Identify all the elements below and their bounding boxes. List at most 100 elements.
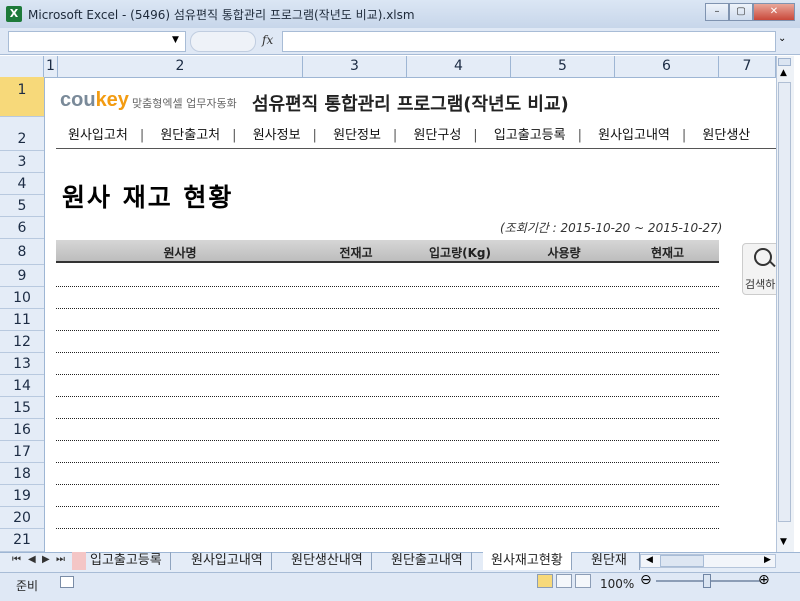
menu-divider [56, 148, 776, 149]
formula-input[interactable] [282, 31, 776, 52]
function-icon[interactable]: fx [262, 31, 278, 50]
table-row[interactable] [56, 462, 719, 463]
chevron-down-icon[interactable]: ▼ [172, 35, 179, 45]
row-header[interactable]: 10 [0, 287, 44, 309]
column-header[interactable]: 3 [303, 56, 407, 77]
row-header[interactable]: 11 [0, 309, 44, 331]
status-bar [0, 572, 800, 601]
row-header[interactable]: 13 [0, 353, 44, 375]
window-title: Microsoft Excel - (5496) 섬유편직 통합관리 프로그램(… [28, 8, 415, 22]
vertical-scroll-thumb[interactable] [778, 82, 791, 522]
zoom-out-icon[interactable]: ⊖ [640, 572, 652, 588]
table-row[interactable] [56, 484, 719, 485]
table-row[interactable] [56, 352, 719, 353]
program-title: 섬유편직 통합관리 프로그램(작년도 비교) [252, 94, 569, 115]
page-break-view-icon[interactable] [575, 574, 591, 588]
menu-item[interactable]: 원사정보 [241, 124, 313, 143]
zoom-in-icon[interactable]: ⊕ [758, 572, 770, 588]
prev-sheet-icon[interactable]: ◀ [28, 554, 36, 565]
scroll-up-icon[interactable]: ▲ [780, 68, 787, 78]
row-header[interactable]: 3 [0, 151, 44, 173]
column-header[interactable]: 4 [407, 56, 511, 77]
next-sheet-icon[interactable]: ▶ [42, 554, 50, 565]
row-header[interactable]: 8 [0, 239, 44, 265]
row-header[interactable]: 17 [0, 441, 44, 463]
menu-item[interactable]: 원단생산 [690, 124, 762, 143]
excel-icon: X [6, 6, 22, 22]
horizontal-scroll-thumb[interactable] [660, 555, 704, 567]
row-header[interactable]: 12 [0, 331, 44, 353]
sheet-tab[interactable]: 원단출고내역 [383, 552, 472, 570]
row-header[interactable]: 21 [0, 529, 44, 552]
scroll-down-icon[interactable]: ▼ [780, 537, 787, 547]
row-header[interactable]: 5 [0, 195, 44, 217]
sheet-tab[interactable]: 원단재 [583, 552, 640, 570]
restore-button[interactable]: ▢ [729, 3, 753, 21]
search-label: 검색하 [745, 278, 776, 291]
page-layout-view-icon[interactable] [556, 574, 572, 588]
row-header[interactable]: 4 [0, 173, 44, 195]
scroll-left-icon[interactable]: ◀ [646, 555, 653, 565]
zoom-slider-thumb[interactable] [703, 574, 711, 588]
expand-formula-icon[interactable]: ⌄ [778, 33, 786, 44]
row-header[interactable]: 18 [0, 463, 44, 485]
menu-item[interactable]: 원사입고내역 [586, 124, 682, 143]
minimize-button[interactable]: – [705, 3, 729, 21]
table-header-cell: 원사명 [163, 246, 197, 260]
table-row[interactable] [56, 286, 719, 287]
column-header[interactable]: 2 [58, 56, 303, 77]
column-header[interactable]: 6 [615, 56, 719, 77]
macro-record-icon[interactable] [60, 576, 74, 588]
column-header[interactable]: 1 [44, 56, 58, 77]
table-row[interactable] [56, 308, 719, 309]
column-header[interactable]: 5 [511, 56, 615, 77]
brand-tagline: 맞춤형엑셀 업무자동화 [132, 97, 237, 110]
row-header[interactable]: 14 [0, 375, 44, 397]
row-header[interactable]: 20 [0, 507, 44, 529]
row-header[interactable]: 6 [0, 217, 44, 239]
row-header[interactable]: 1 [0, 77, 44, 117]
status-ready: 준비 [16, 579, 39, 593]
sheet-tab[interactable]: 원단생산내역 [283, 552, 372, 570]
menu-item[interactable]: 원사입고처 [56, 124, 140, 143]
table-row[interactable] [56, 528, 719, 529]
table-header-cell: 전재고 [339, 246, 373, 260]
row-header[interactable]: 2 [0, 117, 44, 151]
menu-item[interactable]: 원단출고처 [148, 124, 232, 143]
table-row[interactable] [56, 506, 719, 507]
row-header[interactable]: 16 [0, 419, 44, 441]
table-row[interactable] [56, 418, 719, 419]
table-row[interactable] [56, 374, 719, 375]
row-header[interactable]: 15 [0, 397, 44, 419]
query-period: (조회기간 : 2015-10-20 ~ 2015-10-27) [500, 221, 723, 235]
scroll-right-icon[interactable]: ▶ [764, 555, 771, 565]
row-header[interactable]: 19 [0, 485, 44, 507]
formula-expand-control[interactable] [190, 31, 256, 52]
table-header-cell: 사용량 [547, 246, 581, 260]
menu-item[interactable]: 원단정보 [321, 124, 393, 143]
menu-item[interactable]: 원단구성 [401, 124, 473, 143]
menu-bar: 원사입고처 | 원단출고처 | 원사정보 | 원단정보 | 원단구성 | 입고출고등록 | … [56, 124, 762, 146]
logo-part: key [95, 89, 129, 111]
search-icon [754, 248, 772, 266]
sheet-tab[interactable]: 원사입고내역 [183, 552, 272, 570]
normal-view-icon[interactable] [537, 574, 553, 588]
name-box[interactable] [8, 31, 186, 52]
column-header[interactable]: 7 [719, 56, 776, 77]
table-row[interactable] [56, 330, 719, 331]
coukey-logo: coukey [60, 89, 129, 112]
sheet-tab-active[interactable]: 원사재고현황 [483, 552, 572, 570]
split-handle[interactable] [778, 58, 791, 66]
row-header[interactable]: 9 [0, 265, 44, 287]
menu-item[interactable]: 입고출고등록 [482, 124, 578, 143]
sheet-tab[interactable]: 입고출고등록 [82, 552, 171, 570]
last-sheet-icon[interactable]: ⏭ [56, 554, 65, 565]
close-button[interactable]: ✕ [753, 3, 795, 21]
select-all-corner[interactable] [0, 56, 44, 77]
table-header-cell: 입고량(Kg) [429, 246, 491, 260]
zoom-level[interactable]: 100% [600, 577, 634, 591]
table-row[interactable] [56, 440, 719, 441]
table-row[interactable] [56, 396, 719, 397]
table-header-cell: 현재고 [650, 246, 685, 260]
first-sheet-icon[interactable]: ⏮ [12, 554, 21, 565]
